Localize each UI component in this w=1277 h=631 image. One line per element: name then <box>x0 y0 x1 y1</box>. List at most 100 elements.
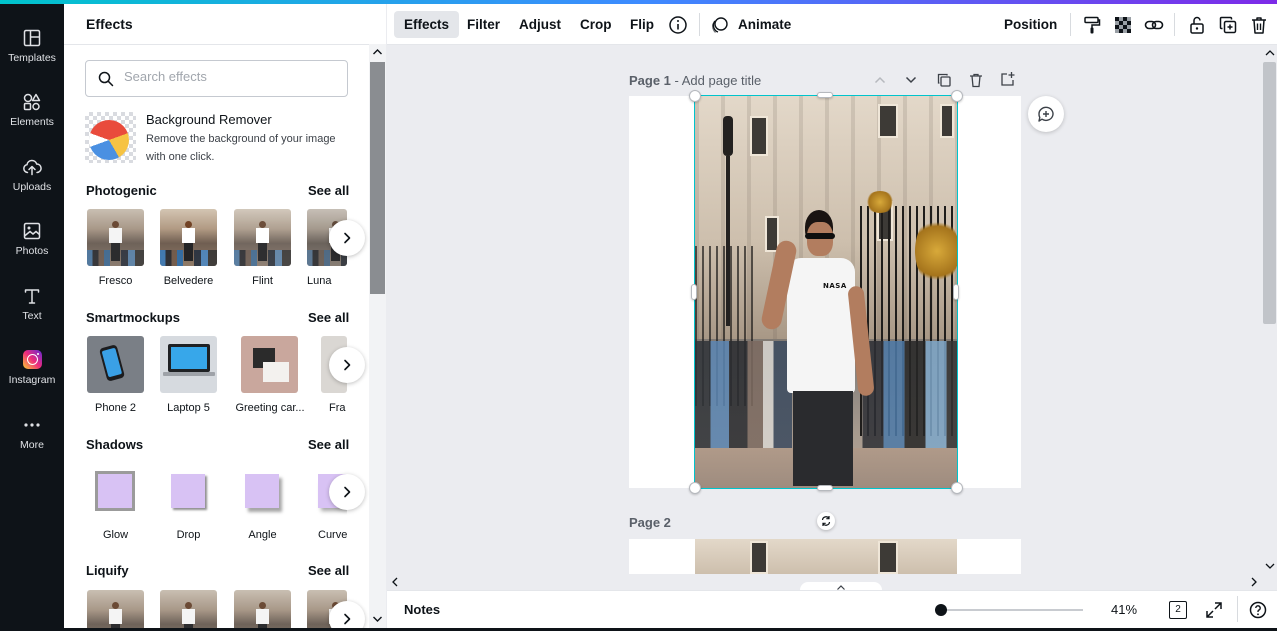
liquify-thumb-2[interactable] <box>160 590 217 628</box>
chevron-right-icon <box>344 232 351 244</box>
effect-label-belvedere: Belvedere <box>163 275 214 287</box>
background-remover[interactable]: Background Remover Remove the background… <box>85 112 355 168</box>
info-button[interactable] <box>667 14 689 36</box>
resize-handle-bottom-right[interactable] <box>951 482 963 494</box>
effects-panel: Effects Background Remover Remove the ba… <box>64 4 386 628</box>
mockup-thumb-phone-2[interactable] <box>87 336 144 393</box>
liquify-next-button[interactable] <box>329 601 365 628</box>
resize-handle-top-right[interactable] <box>951 90 963 102</box>
rail-label-instagram: Instagram <box>8 374 56 386</box>
effect-label-fresco: Fresco <box>98 275 133 287</box>
effect-label-flint: Flint <box>252 275 273 287</box>
effect-thumb-flint[interactable] <box>234 209 291 266</box>
panel-scrollbar-thumb[interactable] <box>370 62 385 294</box>
copy-style-button[interactable] <box>1081 14 1103 36</box>
resize-handle-right[interactable] <box>953 284 959 300</box>
rotate-button[interactable] <box>817 512 835 530</box>
search-input[interactable] <box>124 69 334 84</box>
page-1-title-placeholder[interactable]: - Add page title <box>671 73 762 88</box>
canvas-scroll-right-icon[interactable] <box>1250 577 1258 587</box>
bottom-divider <box>1237 596 1238 622</box>
liquify-thumb-1[interactable] <box>87 590 144 628</box>
page-duplicate-icon[interactable] <box>936 72 952 88</box>
effect-thumb-fresco[interactable] <box>87 209 144 266</box>
page-2-canvas[interactable] <box>629 539 1021 574</box>
resize-handle-top-left[interactable] <box>689 90 701 102</box>
see-all-liquify[interactable]: See all <box>308 563 349 578</box>
shadow-thumb-glow[interactable] <box>87 463 144 520</box>
toolbar-animate-button[interactable]: Animate <box>728 11 801 38</box>
effect-thumb-belvedere[interactable] <box>160 209 217 266</box>
toolbar-adjust-button[interactable]: Adjust <box>509 11 571 38</box>
shirt-logo-text: NASA <box>823 282 847 290</box>
rail-item-uploads[interactable]: Uploads <box>0 145 64 205</box>
background-remover-description: Remove the background of your image with… <box>146 133 336 163</box>
zoom-slider-track[interactable] <box>941 609 1083 611</box>
upload-cloud-icon <box>23 159 42 176</box>
resize-handle-bottom[interactable] <box>817 485 833 491</box>
selected-photo[interactable]: NASA <box>695 96 957 488</box>
scroll-down-arrow-icon[interactable] <box>372 615 383 623</box>
panel-header: Effects <box>64 4 386 45</box>
page-2-label[interactable]: Page 2 <box>629 515 671 530</box>
rail-item-elements[interactable]: Elements <box>0 80 64 140</box>
canvas-vertical-scrollbar-thumb[interactable] <box>1263 62 1276 324</box>
mockup-thumb-greeting-card[interactable] <box>241 336 298 393</box>
photo-subject: NASA <box>759 206 881 488</box>
info-icon <box>669 16 687 34</box>
shadow-thumb-drop[interactable] <box>160 463 217 520</box>
notes-button[interactable]: Notes <box>404 602 440 617</box>
mockup-label-greeting-card: Greeting car... <box>235 402 305 414</box>
see-all-smartmockups[interactable]: See all <box>308 310 349 325</box>
lock-button[interactable] <box>1186 14 1208 36</box>
toolbar-filter-button[interactable]: Filter <box>457 11 510 38</box>
delete-button[interactable] <box>1248 14 1270 36</box>
rail-item-text[interactable]: Text <box>0 274 64 334</box>
liquify-thumb-3[interactable] <box>234 590 291 628</box>
canvas-scroll-left-icon[interactable] <box>391 577 399 587</box>
smartmockups-next-button[interactable] <box>329 347 365 383</box>
see-all-photogenic[interactable]: See all <box>308 183 349 198</box>
page-1-label[interactable]: Page 1 - Add page title <box>629 73 761 88</box>
resize-handle-bottom-left[interactable] <box>689 482 701 494</box>
photogenic-next-button[interactable] <box>329 220 365 256</box>
toolbar-crop-button[interactable]: Crop <box>570 11 622 38</box>
duplicate-button[interactable] <box>1217 14 1239 36</box>
toolbar-divider <box>1070 13 1071 36</box>
fullscreen-icon[interactable] <box>1205 601 1223 619</box>
page-delete-icon[interactable] <box>968 72 984 88</box>
panel-title: Effects <box>86 16 133 32</box>
rail-item-templates[interactable]: Templates <box>0 16 64 76</box>
page-move-up-icon[interactable] <box>873 73 887 87</box>
rail-item-photos[interactable]: Photos <box>0 209 64 269</box>
mockup-thumb-laptop-5[interactable] <box>160 336 217 393</box>
background-remover-title: Background Remover <box>146 112 272 127</box>
toolbar-flip-button[interactable]: Flip <box>620 11 664 38</box>
link-button[interactable] <box>1143 14 1165 36</box>
bottom-bar: Notes 41% 2 <box>387 590 1277 628</box>
transparency-button[interactable] <box>1112 14 1134 36</box>
toolbar-effects-button[interactable]: Effects <box>394 11 460 38</box>
rail-label-photos: Photos <box>15 245 49 257</box>
zoom-percentage[interactable]: 41% <box>1111 602 1137 617</box>
zoom-slider-knob[interactable] <box>935 604 947 616</box>
resize-handle-top[interactable] <box>817 92 833 98</box>
shadow-thumb-angle[interactable] <box>234 463 291 520</box>
scroll-up-arrow-icon[interactable] <box>372 48 383 56</box>
rail-item-more[interactable]: More <box>0 403 64 463</box>
help-icon[interactable] <box>1249 601 1267 619</box>
add-page-icon[interactable] <box>1000 71 1016 87</box>
canvas-scroll-down-icon[interactable] <box>1265 562 1275 570</box>
search-box[interactable] <box>85 60 348 97</box>
shadows-next-button[interactable] <box>329 474 365 510</box>
add-comment-button[interactable] <box>1028 96 1064 132</box>
rail-item-instagram[interactable]: Instagram <box>0 338 64 398</box>
page-count-button[interactable]: 2 <box>1169 601 1187 619</box>
resize-handle-left[interactable] <box>691 284 697 300</box>
see-all-shadows[interactable]: See all <box>308 437 349 452</box>
duplicate-icon <box>1219 16 1237 34</box>
toolbar-position-button[interactable]: Position <box>994 11 1067 38</box>
beach-ball-image <box>89 120 129 160</box>
page-move-down-icon[interactable] <box>904 73 918 87</box>
canvas-scroll-up-icon[interactable] <box>1265 49 1275 57</box>
